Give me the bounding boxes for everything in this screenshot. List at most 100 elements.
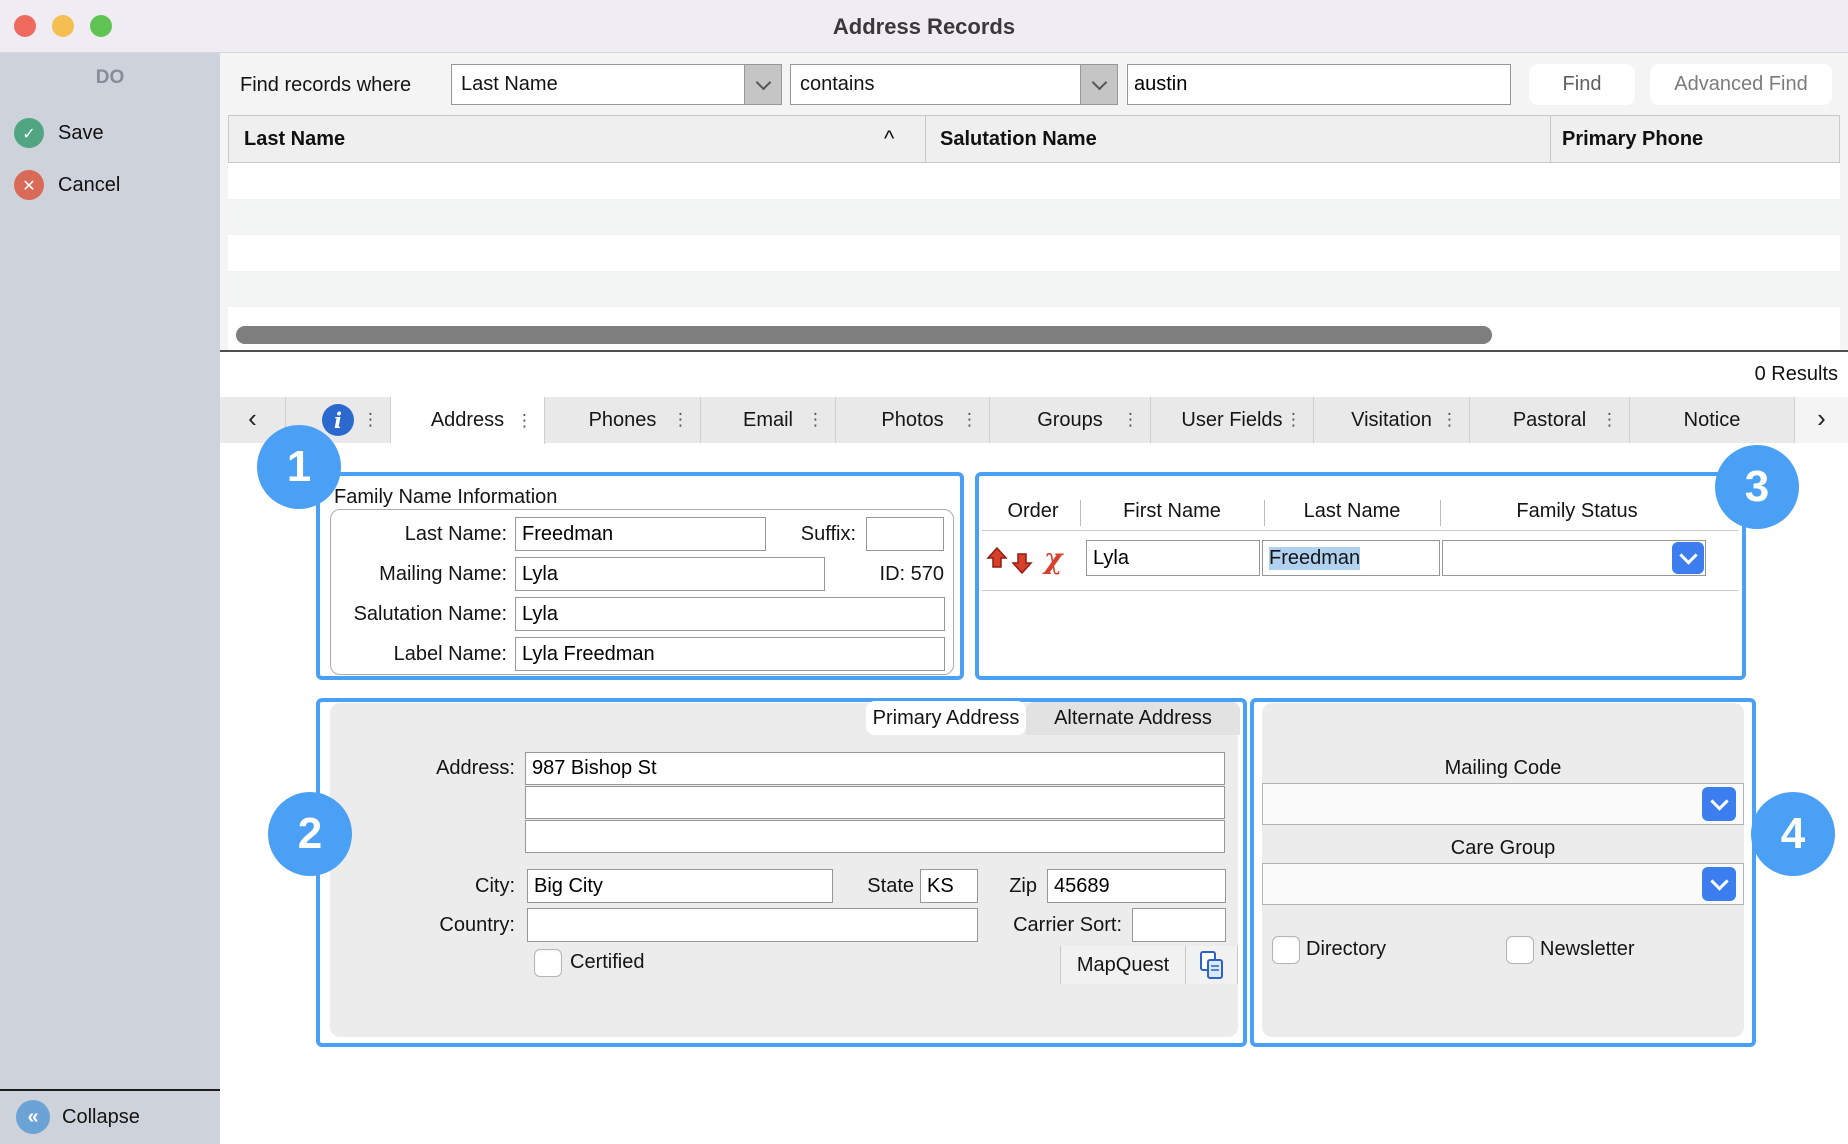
row-underline xyxy=(982,590,1738,591)
tab-label: Visitation xyxy=(1351,409,1432,432)
move-up-icon[interactable] xyxy=(986,546,1008,575)
cancel-x-icon: ✕ xyxy=(14,170,44,200)
certified-checkbox[interactable] xyxy=(534,949,562,977)
address-line2-input[interactable] xyxy=(525,786,1225,819)
family-status-dropdown-button[interactable] xyxy=(1672,542,1704,574)
tab-pastoral[interactable]: Pastoral ⋮ xyxy=(1470,397,1630,443)
tab-user-fields[interactable]: User Fields ⋮ xyxy=(1151,397,1314,443)
address-line1-input[interactable] xyxy=(525,752,1225,785)
chevron-left-icon: ‹ xyxy=(248,403,257,434)
save-button[interactable]: Save xyxy=(58,118,104,148)
mailing-code-dropdown-button[interactable] xyxy=(1702,787,1736,821)
annotation-badge-4: 4 xyxy=(1751,792,1835,876)
results-col-salutation-name[interactable]: Salutation Name xyxy=(940,115,1097,163)
tab-address[interactable]: Address ⋮ xyxy=(391,397,545,444)
salutation-name-label: Salutation Name: xyxy=(330,597,507,631)
member-first-name-input[interactable] xyxy=(1086,540,1260,576)
tab-options-dots-icon[interactable]: ⋮ xyxy=(516,411,533,431)
state-input[interactable] xyxy=(920,869,978,903)
horizontal-scrollbar-thumb[interactable] xyxy=(236,326,1492,344)
column-divider xyxy=(1080,500,1081,526)
cancel-button[interactable]: Cancel xyxy=(58,170,120,200)
collapse-button[interactable]: Collapse xyxy=(62,1100,140,1134)
suffix-label: Suffix: xyxy=(756,517,856,551)
selected-text: Freedman xyxy=(1269,547,1360,570)
tab-options-dots-icon[interactable]: ⋮ xyxy=(1285,410,1302,430)
find-button[interactable]: Find xyxy=(1529,64,1635,105)
tab-options-dots-icon[interactable]: ⋮ xyxy=(672,410,689,430)
search-query-input[interactable] xyxy=(1127,64,1511,105)
last-name-input[interactable] xyxy=(515,517,766,551)
country-input[interactable] xyxy=(527,908,978,942)
table-row xyxy=(228,163,1840,199)
tab-label: Notice xyxy=(1684,409,1741,432)
delete-member-icon[interactable]: χ xyxy=(1044,545,1062,573)
mailing-code-label: Mailing Code xyxy=(1262,753,1744,783)
state-label: State xyxy=(838,869,914,903)
move-down-icon[interactable] xyxy=(1011,546,1033,575)
copy-address-icon[interactable] xyxy=(1186,949,1236,981)
tab-label: Address xyxy=(431,409,504,432)
salutation-name-input[interactable] xyxy=(515,597,945,631)
find-records-label: Find records where xyxy=(240,65,411,105)
address-label: Address: xyxy=(380,751,515,785)
care-group-label: Care Group xyxy=(1262,833,1744,863)
tab-photos[interactable]: Photos ⋮ xyxy=(836,397,990,443)
members-col-order: Order xyxy=(986,494,1080,528)
tab-options-dots-icon[interactable]: ⋮ xyxy=(807,410,824,430)
tab-groups[interactable]: Groups ⋮ xyxy=(990,397,1151,443)
care-group-dropdown-button[interactable] xyxy=(1702,867,1736,901)
chevron-down-icon[interactable] xyxy=(1080,65,1117,104)
tab-options-dots-icon[interactable]: ⋮ xyxy=(961,410,978,430)
tab-options-dots-icon[interactable]: ⋮ xyxy=(362,410,379,430)
member-last-name-input[interactable]: Freedman xyxy=(1262,540,1440,576)
directory-checkbox[interactable] xyxy=(1272,936,1300,964)
tab-email[interactable]: Email ⋮ xyxy=(701,397,836,443)
column-divider xyxy=(1264,500,1265,526)
carrier-sort-input[interactable] xyxy=(1132,908,1226,942)
tab-label: Photos xyxy=(881,409,943,432)
tab-options-dots-icon[interactable]: ⋮ xyxy=(1441,410,1458,430)
chevron-down-icon[interactable] xyxy=(744,65,781,104)
tab-primary-address[interactable]: Primary Address xyxy=(866,701,1026,735)
tab-options-dots-icon[interactable]: ⋮ xyxy=(1601,410,1618,430)
family-status-select[interactable] xyxy=(1442,540,1706,576)
table-row xyxy=(228,199,1840,235)
search-field-select[interactable]: Last Name xyxy=(451,64,782,105)
annotation-badge-1: 1 xyxy=(257,425,341,509)
advanced-find-button[interactable]: Advanced Find xyxy=(1650,64,1832,105)
column-divider xyxy=(925,116,926,162)
zip-input[interactable] xyxy=(1047,869,1226,903)
members-col-first-name: First Name xyxy=(1082,494,1262,528)
chevron-down-icon xyxy=(1710,872,1728,890)
city-label: City: xyxy=(400,869,515,903)
results-col-last-name[interactable]: Last Name xyxy=(244,115,345,163)
newsletter-checkbox[interactable] xyxy=(1506,936,1534,964)
label-name-input[interactable] xyxy=(515,637,945,671)
sidebar-header: DO xyxy=(0,63,220,93)
tab-options-dots-icon[interactable]: ⋮ xyxy=(1122,410,1139,430)
mailing-code-select[interactable] xyxy=(1262,783,1744,825)
header-underline xyxy=(982,530,1738,531)
mailing-name-input[interactable] xyxy=(515,557,825,591)
mapquest-button[interactable]: MapQuest xyxy=(1061,954,1185,977)
search-operator-value: contains xyxy=(791,73,1080,96)
care-group-select[interactable] xyxy=(1262,863,1744,905)
tab-phones[interactable]: Phones ⋮ xyxy=(545,397,701,443)
results-col-primary-phone[interactable]: Primary Phone xyxy=(1562,115,1703,163)
search-operator-select[interactable]: contains xyxy=(790,64,1118,105)
city-input[interactable] xyxy=(527,869,833,903)
window-title: Address Records xyxy=(0,0,1848,53)
sort-ascending-icon[interactable]: ^ xyxy=(884,115,894,163)
record-id-text: ID: 570 xyxy=(852,557,944,591)
tab-notice[interactable]: Notice xyxy=(1630,397,1795,443)
tab-visitation[interactable]: Visitation ⋮ xyxy=(1314,397,1470,443)
tab-alternate-address[interactable]: Alternate Address xyxy=(1026,702,1240,735)
address-line3-input[interactable] xyxy=(525,820,1225,853)
suffix-input[interactable] xyxy=(866,517,944,551)
tab-label: Email xyxy=(743,409,793,432)
annotation-badge-2: 2 xyxy=(268,792,352,876)
results-count: 0 Results xyxy=(1560,352,1838,397)
country-label: Country: xyxy=(380,908,515,942)
tabs-scroll-right-button[interactable]: › xyxy=(1795,397,1848,443)
